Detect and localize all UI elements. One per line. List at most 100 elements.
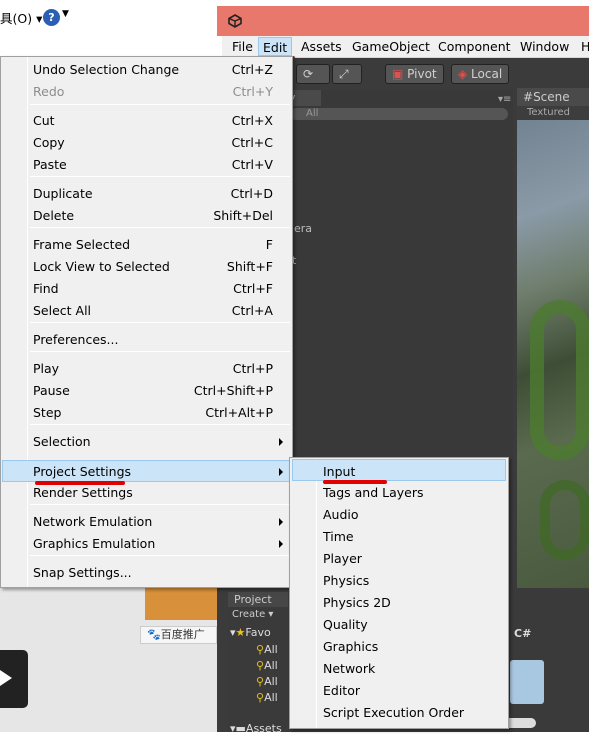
menu-assets[interactable]: Assets	[301, 39, 342, 54]
menu-help[interactable]: H	[581, 39, 589, 54]
menu-item-label: Frame Selected	[33, 237, 131, 252]
menu-item-step[interactable]: Step Ctrl+Alt+P	[0, 402, 292, 424]
menu-edit[interactable]: Edit	[258, 37, 293, 56]
submenu-item-label: Quality	[323, 617, 368, 632]
menu-item-label: Play	[33, 361, 60, 376]
menu-item-label: Find	[33, 281, 59, 296]
cs-label: C#	[514, 627, 532, 640]
baidu-promo-button[interactable]: 🐾百度推广	[140, 626, 217, 644]
favorites-header[interactable]: ▾★Favo	[230, 626, 271, 639]
menu-item-label: Render Settings	[33, 485, 133, 500]
menu-item-label: Step	[33, 405, 62, 420]
menu-separator	[30, 104, 290, 105]
favorites-item[interactable]: ⚲All	[256, 659, 278, 672]
submenu-item-label: Time	[323, 529, 354, 544]
menu-item-selection[interactable]: Selection	[0, 431, 292, 453]
local-icon: ◈	[458, 67, 472, 81]
search-icon: ⚲	[256, 691, 265, 704]
menu-item-label: Paste	[33, 157, 67, 172]
scale-tool-icon[interactable]: ⤢	[332, 64, 362, 84]
menu-item-label: Copy	[33, 135, 65, 150]
menu-item-paste[interactable]: Paste Ctrl+V	[0, 154, 292, 176]
submenu-item-label: Input	[323, 464, 356, 479]
menu-item-cut[interactable]: Cut Ctrl+X	[0, 110, 292, 132]
menu-window[interactable]: Window	[520, 39, 569, 54]
favorites-item[interactable]: ⚲All	[256, 691, 278, 704]
submenu-item-label: Tags and Layers	[323, 485, 424, 500]
menu-item-network-emulation[interactable]: Network Emulation	[0, 511, 292, 533]
menu-item-label: Cut	[33, 113, 55, 128]
search-icon: ⚲	[256, 643, 265, 656]
submenu-item-audio[interactable]: Audio	[290, 503, 508, 525]
menu-item-label: Select All	[33, 303, 92, 318]
submenu-item-editor[interactable]: Editor	[290, 679, 508, 701]
menu-item-select-all[interactable]: Select All Ctrl+A	[0, 300, 292, 322]
menu-component[interactable]: Component	[438, 39, 511, 54]
menu-item-play[interactable]: Play Ctrl+P	[0, 358, 292, 380]
play-icon[interactable]	[0, 670, 12, 686]
favorites-item[interactable]: ⚲All	[256, 643, 278, 656]
cs-script-file-icon[interactable]	[510, 660, 544, 704]
tab-project[interactable]: Project	[228, 592, 288, 607]
menu-item-label: Network Emulation	[33, 514, 153, 529]
chevron-down-icon[interactable]: ▼	[62, 9, 69, 19]
submenu-item-time[interactable]: Time	[290, 525, 508, 547]
submenu-item-input[interactable]: Input	[292, 459, 506, 481]
submenu-arrow-icon	[279, 518, 283, 526]
hierarchy-search-input[interactable]: All	[290, 108, 508, 120]
submenu-item-tags-and-layers[interactable]: Tags and Layers	[290, 481, 508, 503]
unity-logo-icon	[228, 14, 242, 28]
menu-item-shortcut: Ctrl+Alt+P	[205, 405, 273, 420]
help-icon[interactable]: ?	[43, 9, 60, 26]
tab-scene[interactable]: #Scene	[517, 88, 589, 106]
menu-separator	[30, 322, 290, 323]
background-banner	[145, 588, 217, 620]
menu-item-shortcut: Shift+F	[226, 259, 273, 274]
submenu-item-player[interactable]: Player	[290, 547, 508, 569]
menu-item-snap-settings[interactable]: Snap Settings...	[0, 562, 292, 584]
refresh-icon[interactable]: ⟳	[296, 64, 330, 84]
menu-item-shortcut: Ctrl+Z	[231, 62, 273, 77]
create-dropdown[interactable]: Create ▾	[232, 609, 273, 620]
menu-item-preferences[interactable]: Preferences...	[0, 329, 292, 351]
submenu-item-label: Editor	[323, 683, 360, 698]
menu-file[interactable]: File	[232, 39, 253, 54]
menu-item-pause[interactable]: Pause Ctrl+Shift+P	[0, 380, 292, 402]
scene-render-mode[interactable]: Textured	[517, 106, 589, 120]
menu-item-lock-view-to-selected[interactable]: Lock View to Selected Shift+F	[0, 256, 292, 278]
browser-menu-item[interactable]: 具(O) ▾	[0, 8, 42, 27]
submenu-item-script-execution-order[interactable]: Script Execution Order	[290, 701, 508, 723]
annotation-underline	[323, 480, 387, 484]
menu-gameobject[interactable]: GameObject	[352, 39, 430, 54]
menu-item-undo-selection-change[interactable]: Undo Selection Change Ctrl+Z	[0, 59, 292, 81]
menu-item-project-settings[interactable]: Project Settings	[2, 460, 290, 482]
menu-item-shortcut: Ctrl+C	[231, 135, 273, 150]
menu-item-find[interactable]: Find Ctrl+F	[0, 278, 292, 300]
submenu-arrow-icon	[279, 438, 283, 446]
local-button[interactable]: ◈ Local	[451, 64, 510, 84]
submenu-item-graphics[interactable]: Graphics	[290, 635, 508, 657]
menu-item-duplicate[interactable]: Duplicate Ctrl+D	[0, 183, 292, 205]
submenu-item-label: Physics 2D	[323, 595, 391, 610]
submenu-item-quality[interactable]: Quality	[290, 613, 508, 635]
menu-item-shortcut: Ctrl+Shift+P	[193, 383, 273, 398]
favorites-item[interactable]: ⚲All	[256, 675, 278, 688]
scene-icon: #	[523, 90, 534, 104]
menu-item-graphics-emulation[interactable]: Graphics Emulation	[0, 533, 292, 555]
menu-item-render-settings[interactable]: Render Settings	[0, 482, 292, 504]
submenu-item-physics-2d[interactable]: Physics 2D	[290, 591, 508, 613]
menu-separator	[30, 351, 290, 352]
menu-item-label: Graphics Emulation	[33, 536, 156, 551]
panel-menu-icon[interactable]: ▾≡	[498, 94, 511, 105]
submenu-item-label: Graphics	[323, 639, 379, 654]
menu-item-redo[interactable]: Redo Ctrl+Y	[0, 81, 292, 103]
menu-item-delete[interactable]: Delete Shift+Del	[0, 205, 292, 227]
menu-item-copy[interactable]: Copy Ctrl+C	[0, 132, 292, 154]
assets-header[interactable]: ▾▬Assets	[230, 722, 282, 735]
menu-separator	[30, 227, 290, 228]
menu-item-frame-selected[interactable]: Frame Selected F	[0, 234, 292, 256]
hierarchy-item[interactable]: era	[294, 222, 312, 235]
pivot-button[interactable]: ▣ Pivot	[385, 64, 444, 84]
submenu-item-network[interactable]: Network	[290, 657, 508, 679]
submenu-item-physics[interactable]: Physics	[290, 569, 508, 591]
